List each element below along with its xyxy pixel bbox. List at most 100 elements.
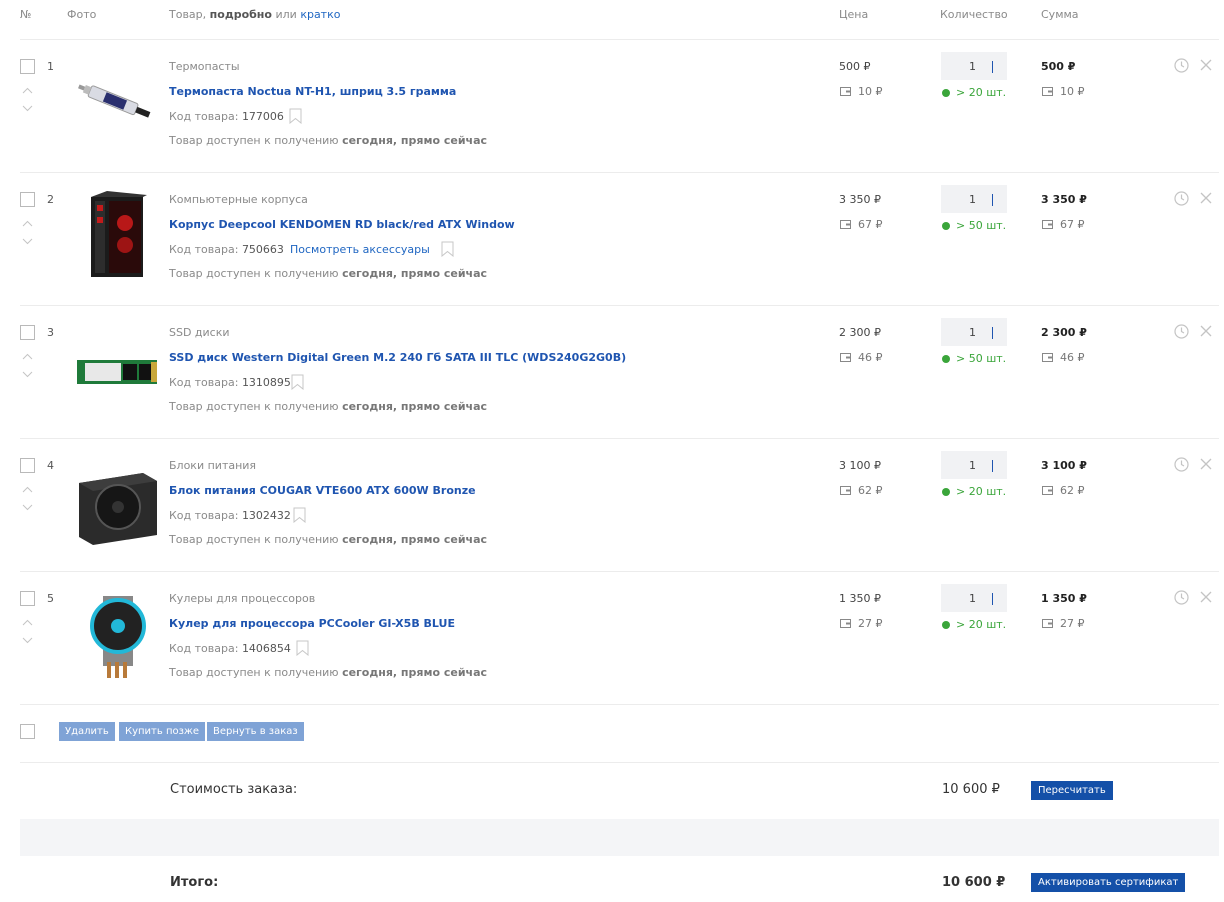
text-caret bbox=[992, 61, 993, 73]
clock-icon[interactable] bbox=[1174, 191, 1189, 206]
select-all-checkbox[interactable] bbox=[20, 724, 35, 739]
bookmark-icon[interactable] bbox=[441, 241, 454, 258]
bookmark-icon[interactable] bbox=[289, 108, 302, 125]
product-image-power-supply[interactable] bbox=[73, 455, 161, 551]
product-image-cpu-cooler[interactable] bbox=[73, 588, 161, 684]
item-sum-bonus: 46 ₽ bbox=[1042, 351, 1085, 364]
close-icon[interactable] bbox=[1200, 458, 1212, 470]
item-bonus-value: 46 ₽ bbox=[858, 351, 883, 364]
stock-status: > 50 шт. bbox=[942, 352, 1006, 365]
item-bonus: 10 ₽ bbox=[840, 85, 883, 98]
quantity-input[interactable] bbox=[941, 451, 1007, 479]
close-icon[interactable] bbox=[1200, 325, 1212, 337]
activate-certificate-button[interactable]: Активировать сертификат bbox=[1031, 873, 1186, 892]
close-icon[interactable] bbox=[1200, 192, 1212, 204]
item-bonus-value: 67 ₽ bbox=[858, 218, 883, 231]
product-image-thermal-paste-syringe[interactable] bbox=[73, 56, 161, 152]
clock-icon[interactable] bbox=[1174, 324, 1189, 339]
view-brief-link[interactable]: кратко bbox=[300, 8, 340, 21]
product-title-link[interactable]: Блок питания COUGAR VTE600 ATX 600W Bron… bbox=[169, 484, 476, 497]
view-detailed-toggle[interactable]: подробно bbox=[210, 8, 272, 21]
item-sum-bonus-value: 46 ₽ bbox=[1060, 351, 1085, 364]
item-sum-bonus: 67 ₽ bbox=[1042, 218, 1085, 231]
header-number: № bbox=[20, 8, 32, 21]
item-bonus-value: 10 ₽ bbox=[858, 85, 883, 98]
bookmark-icon[interactable] bbox=[291, 374, 304, 391]
stock-dot-icon bbox=[942, 88, 950, 97]
item-bonus: 46 ₽ bbox=[840, 351, 883, 364]
return-to-order-button[interactable]: Вернуть в заказ bbox=[207, 722, 304, 741]
quantity-input[interactable] bbox=[941, 185, 1007, 213]
quantity-input[interactable] bbox=[941, 584, 1007, 612]
product-code: Код товара: 1310895 bbox=[169, 376, 291, 389]
quantity-input[interactable] bbox=[941, 318, 1007, 346]
item-number: 1 bbox=[47, 60, 54, 73]
stock-value: > 20 шт. bbox=[956, 485, 1007, 498]
close-icon[interactable] bbox=[1200, 59, 1212, 71]
product-category: Компьютерные корпуса bbox=[169, 193, 308, 206]
availability-when: сегодня, прямо сейчас bbox=[342, 533, 488, 546]
product-title-link[interactable]: Термопаста Noctua NT-H1, шприц 3.5 грамм… bbox=[169, 85, 456, 98]
product-title-link[interactable]: SSD диск Western Digital Green M.2 240 Г… bbox=[169, 351, 626, 364]
availability: Товар доступен к получению сегодня, прям… bbox=[169, 400, 487, 413]
product-code-value: 1406854 bbox=[241, 642, 291, 655]
clock-icon[interactable] bbox=[1174, 58, 1189, 73]
product-image-m2-ssd[interactable] bbox=[73, 322, 161, 418]
wallet-icon bbox=[1042, 619, 1053, 628]
stock-dot-icon bbox=[942, 620, 950, 629]
recalculate-button[interactable]: Пересчитать bbox=[1031, 781, 1113, 800]
table-row: 1 Термопасты Термопаста Noctua NT-H1, шп… bbox=[0, 40, 1224, 173]
move-up-icon[interactable] bbox=[21, 351, 33, 361]
table-row: 3 SSD диски SSD диск Western Digital Gre… bbox=[0, 306, 1224, 439]
view-accessories-link[interactable]: Посмотреть аксессуары bbox=[290, 243, 430, 256]
product-code: Код товара: 1406854 bbox=[169, 642, 291, 655]
product-code-value: 177006 bbox=[241, 110, 284, 123]
stock-value: > 20 шт. bbox=[956, 618, 1007, 631]
header-product: Товар, подробно или кратко bbox=[169, 8, 340, 21]
item-price: 500 ₽ bbox=[839, 60, 871, 73]
product-title-link[interactable]: Кулер для процессора PCCooler GI-X5B BLU… bbox=[169, 617, 455, 630]
close-icon[interactable] bbox=[1200, 591, 1212, 603]
delete-button[interactable]: Удалить bbox=[59, 722, 115, 741]
move-down-icon[interactable] bbox=[21, 369, 33, 379]
buy-later-button[interactable]: Купить позже bbox=[119, 722, 206, 741]
clock-icon[interactable] bbox=[1174, 457, 1189, 472]
move-up-icon[interactable] bbox=[21, 218, 33, 228]
order-cost-label: Стоимость заказа: bbox=[170, 782, 298, 797]
item-sum-bonus-value: 27 ₽ bbox=[1060, 617, 1085, 630]
availability-when: сегодня, прямо сейчас bbox=[342, 400, 488, 413]
product-code-label: Код товара: bbox=[169, 642, 239, 655]
header-price: Цена bbox=[839, 8, 869, 21]
item-sum-bonus: 10 ₽ bbox=[1042, 85, 1085, 98]
clock-icon[interactable] bbox=[1174, 590, 1189, 605]
availability-label: Товар доступен к получению bbox=[169, 400, 339, 413]
spacer-band bbox=[20, 819, 1219, 856]
product-code: Код товара: 177006 bbox=[169, 110, 284, 123]
move-down-icon[interactable] bbox=[21, 236, 33, 246]
move-up-icon[interactable] bbox=[21, 484, 33, 494]
product-code: Код товара: 750663 bbox=[169, 243, 284, 256]
item-checkbox[interactable] bbox=[20, 458, 35, 473]
quantity-input[interactable] bbox=[941, 52, 1007, 80]
availability-label: Товар доступен к получению bbox=[169, 533, 339, 546]
item-checkbox[interactable] bbox=[20, 59, 35, 74]
move-down-icon[interactable] bbox=[21, 502, 33, 512]
item-bonus: 67 ₽ bbox=[840, 218, 883, 231]
item-checkbox[interactable] bbox=[20, 325, 35, 340]
bookmark-icon[interactable] bbox=[296, 640, 309, 657]
move-up-icon[interactable] bbox=[21, 85, 33, 95]
bookmark-icon[interactable] bbox=[293, 507, 306, 524]
move-up-icon[interactable] bbox=[21, 617, 33, 627]
move-down-icon[interactable] bbox=[21, 635, 33, 645]
item-sum: 1 350 ₽ bbox=[1041, 592, 1087, 605]
item-price: 3 100 ₽ bbox=[839, 459, 881, 472]
wallet-icon bbox=[840, 486, 851, 495]
product-title-link[interactable]: Корпус Deepcool KENDOMEN RD black/red AT… bbox=[169, 218, 515, 231]
product-image-pc-case[interactable] bbox=[73, 189, 161, 285]
wallet-icon bbox=[1042, 353, 1053, 362]
availability: Товар доступен к получению сегодня, прям… bbox=[169, 134, 487, 147]
item-checkbox[interactable] bbox=[20, 192, 35, 207]
move-down-icon[interactable] bbox=[21, 103, 33, 113]
item-checkbox[interactable] bbox=[20, 591, 35, 606]
availability-when: сегодня, прямо сейчас bbox=[342, 666, 488, 679]
